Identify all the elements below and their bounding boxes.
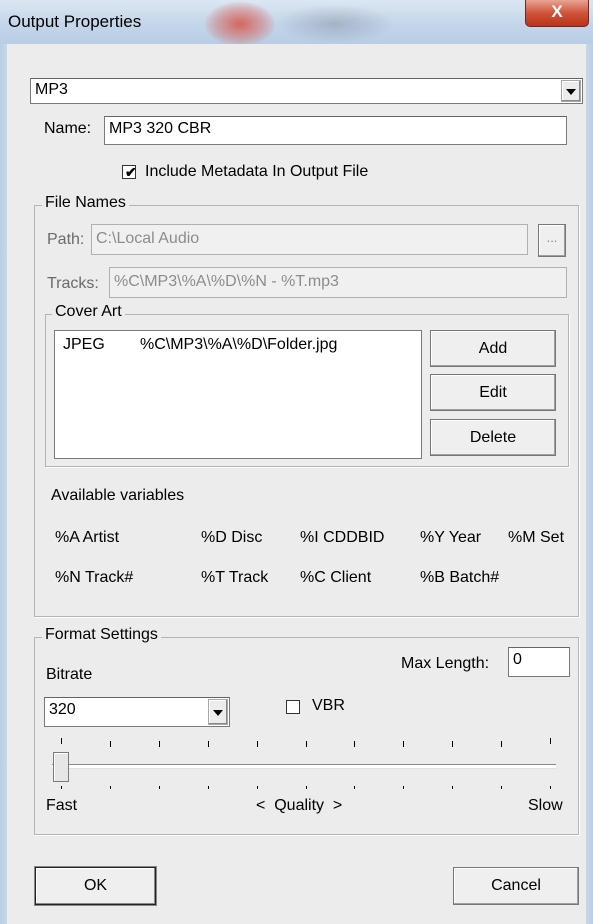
slider-tick <box>208 741 209 747</box>
slider-tick <box>306 741 307 747</box>
slider-tick <box>550 738 551 744</box>
bitrate-dropdown-icon[interactable] <box>208 699 228 725</box>
vbr-label: VBR <box>312 697 345 714</box>
slider-tick <box>306 786 307 789</box>
variable-track-number: %N Track# <box>55 569 134 586</box>
include-metadata-label: Include Metadata In Output File <box>145 163 369 180</box>
name-input[interactable]: MP3 320 CBR <box>104 116 567 145</box>
slider-tick <box>550 786 551 789</box>
cover-art-group-label: Cover Art <box>52 303 125 321</box>
variable-track: %T Track <box>201 569 269 586</box>
window-frame-right <box>586 44 593 924</box>
bitrate-label: Bitrate <box>46 666 93 683</box>
slider-tick <box>159 741 160 747</box>
slider-tick <box>257 786 258 789</box>
variable-cddbid: %I CDDBID <box>300 529 385 546</box>
cover-art-type: JPEG <box>63 336 105 353</box>
close-button[interactable]: X <box>525 0 589 27</box>
ok-button[interactable]: OK <box>35 867 156 905</box>
max-length-label: Max Length: <box>401 655 490 672</box>
slider-tick <box>354 786 355 789</box>
close-icon: X <box>551 2 563 21</box>
quality-slow-label: Slow <box>528 797 563 814</box>
slider-tick <box>257 741 258 747</box>
format-select-dropdown-icon[interactable] <box>561 80 581 102</box>
cancel-button[interactable]: Cancel <box>453 867 579 905</box>
slider-tick <box>403 741 404 747</box>
slider-tick <box>110 741 111 747</box>
cover-art-path: %C\MP3\%A\%D\Folder.jpg <box>140 336 338 353</box>
title-bar-decoration <box>275 4 395 44</box>
tracks-label: Tracks: <box>47 275 99 292</box>
file-names-group-label: File Names <box>42 194 129 212</box>
include-metadata-checkbox[interactable]: ✔ <box>122 164 137 180</box>
slider-tick <box>403 786 404 789</box>
format-settings-group-label: Format Settings <box>42 626 161 644</box>
browse-path-button[interactable]: ... <box>538 224 566 257</box>
max-length-input[interactable]: 0 <box>508 647 570 677</box>
quality-fast-label: Fast <box>46 797 78 814</box>
quality-slider-thumb[interactable] <box>53 752 69 782</box>
delete-cover-art-button[interactable]: Delete <box>430 419 556 456</box>
slider-tick <box>208 786 209 789</box>
window-frame-left <box>0 44 7 924</box>
list-item[interactable]: JPEG %C\MP3\%A\%D\Folder.jpg <box>63 336 337 354</box>
variable-client: %C Client <box>300 569 372 586</box>
variable-artist: %A Artist <box>55 529 120 546</box>
vbr-checkbox[interactable] <box>286 700 300 714</box>
tracks-input[interactable]: %C\MP3\%A\%D\%N - %T.mp3 <box>109 267 567 298</box>
format-select-value: MP3 <box>35 81 68 98</box>
slider-tick <box>452 786 453 789</box>
slider-tick <box>354 741 355 747</box>
add-cover-art-button[interactable]: Add <box>430 330 556 367</box>
cover-art-list[interactable]: JPEG %C\MP3\%A\%D\Folder.jpg <box>54 330 422 459</box>
checkmark-icon: ✔ <box>125 164 137 180</box>
quality-slider-track[interactable] <box>52 764 556 769</box>
slider-tick <box>61 738 62 744</box>
edit-cover-art-button[interactable]: Edit <box>430 374 556 411</box>
title-bar-decoration <box>205 2 275 46</box>
variable-year: %Y Year <box>420 529 482 546</box>
window-title: Output Properties <box>8 12 142 31</box>
slider-tick <box>501 786 502 789</box>
slider-tick <box>159 786 160 789</box>
slider-tick <box>110 786 111 789</box>
format-select[interactable]: MP3 <box>30 78 583 104</box>
path-input[interactable]: C:\Local Audio <box>91 224 528 255</box>
slider-tick <box>61 786 62 789</box>
available-variables-label: Available variables <box>51 487 185 504</box>
name-label: Name: <box>44 120 92 137</box>
bitrate-select-value: 320 <box>49 701 76 718</box>
bitrate-select[interactable]: 320 <box>44 697 230 727</box>
variable-disc: %D Disc <box>201 529 263 546</box>
path-label: Path: <box>47 231 85 248</box>
variable-set: %M Set <box>508 529 565 546</box>
slider-tick <box>501 741 502 747</box>
slider-tick <box>452 741 453 747</box>
variable-batch: %B Batch# <box>420 569 500 586</box>
quality-label: < Quality > <box>256 797 343 814</box>
